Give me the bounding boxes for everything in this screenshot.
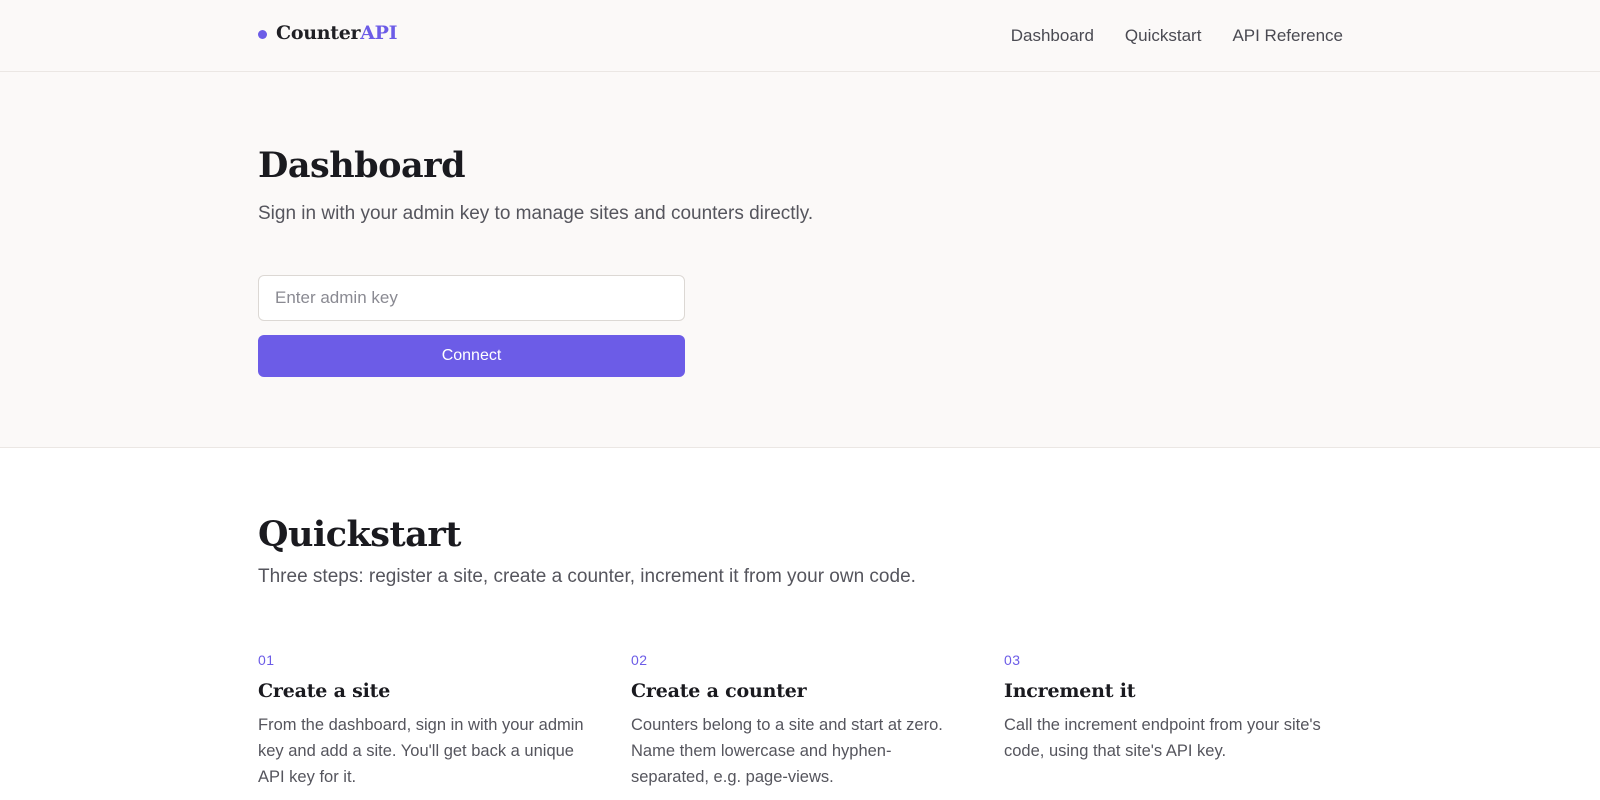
step-description: From the dashboard, sign in with your ad…	[258, 716, 584, 786]
nav-link-api-reference[interactable]: API Reference	[1232, 26, 1343, 46]
step-number: 02	[631, 652, 648, 668]
nav-link-quickstart[interactable]: Quickstart	[1125, 26, 1202, 46]
logo-dot-icon	[258, 29, 267, 39]
step-number: 03	[1004, 652, 1021, 668]
page-title: Dashboard	[258, 145, 466, 186]
logo[interactable]: Counter API	[258, 22, 398, 44]
quickstart-subtitle: Three steps: register a site, create a c…	[258, 566, 916, 587]
step-title: Create a site	[258, 680, 391, 702]
dashboard-subtitle: Sign in with your admin key to manage si…	[258, 203, 814, 224]
dashboard-section: Dashboard Sign in with your admin key to…	[0, 72, 1600, 448]
site-header: Counter API Dashboard Quickstart API Refe…	[0, 0, 1600, 72]
quickstart-title: Quickstart	[258, 514, 461, 555]
step-card: 02 Create a counter Counters belong to a…	[631, 652, 961, 790]
step-title: Increment it	[1004, 680, 1136, 702]
step-title: Create a counter	[631, 680, 807, 702]
step-description: Counters belong to a site and start at z…	[631, 716, 943, 786]
logo-text-accent: API	[360, 22, 398, 44]
admin-key-input[interactable]	[258, 275, 685, 321]
top-nav: Dashboard Quickstart API Reference	[1011, 26, 1343, 46]
connect-button[interactable]: Connect	[258, 335, 685, 377]
step-card: 01 Create a site From the dashboard, sig…	[258, 652, 588, 790]
quickstart-section: Quickstart Three steps: register a site,…	[0, 448, 1600, 800]
step-card: 03 Increment it Call the increment endpo…	[1004, 652, 1334, 764]
logo-text-main: Counter	[276, 22, 361, 44]
step-number: 01	[258, 652, 275, 668]
nav-link-dashboard[interactable]: Dashboard	[1011, 26, 1094, 46]
step-description: Call the increment endpoint from your si…	[1004, 716, 1321, 760]
